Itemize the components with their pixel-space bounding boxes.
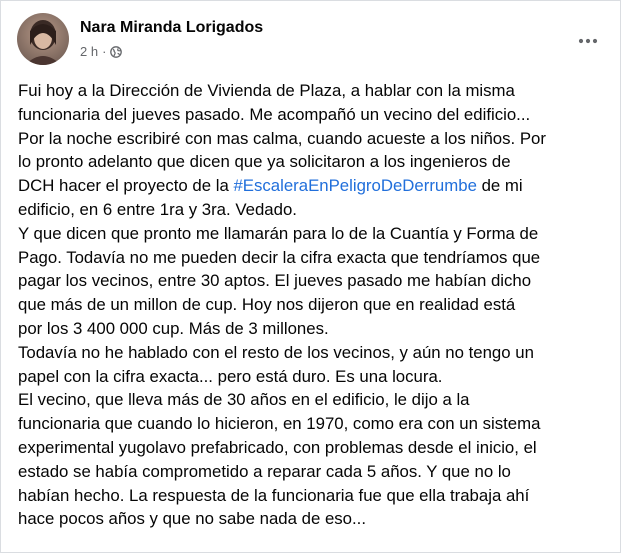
post-text-line: experimental yugolavo prefabricado, con … (18, 437, 537, 457)
post-text-line: lo pronto adelanto que dicen que ya soli… (18, 152, 511, 172)
hashtag-line-after: de mi (476, 176, 523, 196)
post-text-line: pagar los vecinos, entre 30 aptos. El ju… (18, 271, 532, 291)
post-text-line: papel con la cifra exacta... pero está d… (18, 366, 443, 386)
post-meta: Nara Miranda Lorigados 2 h · (80, 18, 263, 60)
post-text-line: funcionaria del jueves pasado. Me acompa… (18, 104, 531, 124)
post-text-line: Todavía no he hablado con el resto de lo… (18, 342, 534, 362)
post-text-line: que más de un millon de cup. Hoy nos dij… (18, 295, 516, 315)
post-card: Nara Miranda Lorigados 2 h · Fui hoy a l… (0, 0, 621, 553)
post-text-line: hace pocos años y que no sabe nada de es… (18, 509, 367, 529)
more-horizontal-icon (578, 38, 598, 44)
hashtag-line-before: DCH hacer el proyecto de la (18, 176, 234, 196)
post-text-line: habían hecho. La respuesta de la funcion… (18, 485, 530, 505)
post-text-line: por los 3 400 000 cup. Más de 3 millones… (18, 318, 329, 338)
post-header: Nara Miranda Lorigados 2 h · (17, 13, 263, 65)
post-text-line-with-hashtag: DCH hacer el proyecto de la #EscaleraEnP… (18, 174, 610, 198)
post-text-line: Pago. Todavía no me pueden decir la cifr… (18, 247, 541, 267)
post-text-line: edificio, en 6 entre 1ra y 3ra. Vedado. (18, 199, 297, 219)
post-timestamp[interactable]: 2 h (80, 44, 98, 60)
hashtag-link[interactable]: #EscaleraEnPeligroDeDerrumbe (233, 176, 476, 195)
post-text: Fui hoy a la Dirección de Vivienda de Pl… (18, 79, 610, 531)
more-options-button[interactable] (570, 27, 606, 55)
post-text-line: Fui hoy a la Dirección de Vivienda de Pl… (18, 81, 515, 100)
avatar[interactable] (17, 13, 69, 65)
post-text-line: estado se había comprometido a reparar c… (18, 461, 511, 481)
post-text-line: Y que dicen que pronto me llamarán para … (18, 223, 539, 243)
author-name[interactable]: Nara Miranda Lorigados (80, 18, 263, 38)
post-text-line: funcionaria que cuando lo hicieron, en 1… (18, 414, 541, 434)
post-subline: 2 h · (80, 44, 263, 60)
separator-dot: · (102, 44, 107, 59)
post-text-line: Por la noche escribiré con mas calma, cu… (18, 128, 546, 148)
globe-icon[interactable] (110, 46, 123, 58)
post-text-line: El vecino, que lleva más de 30 años en e… (18, 390, 470, 410)
